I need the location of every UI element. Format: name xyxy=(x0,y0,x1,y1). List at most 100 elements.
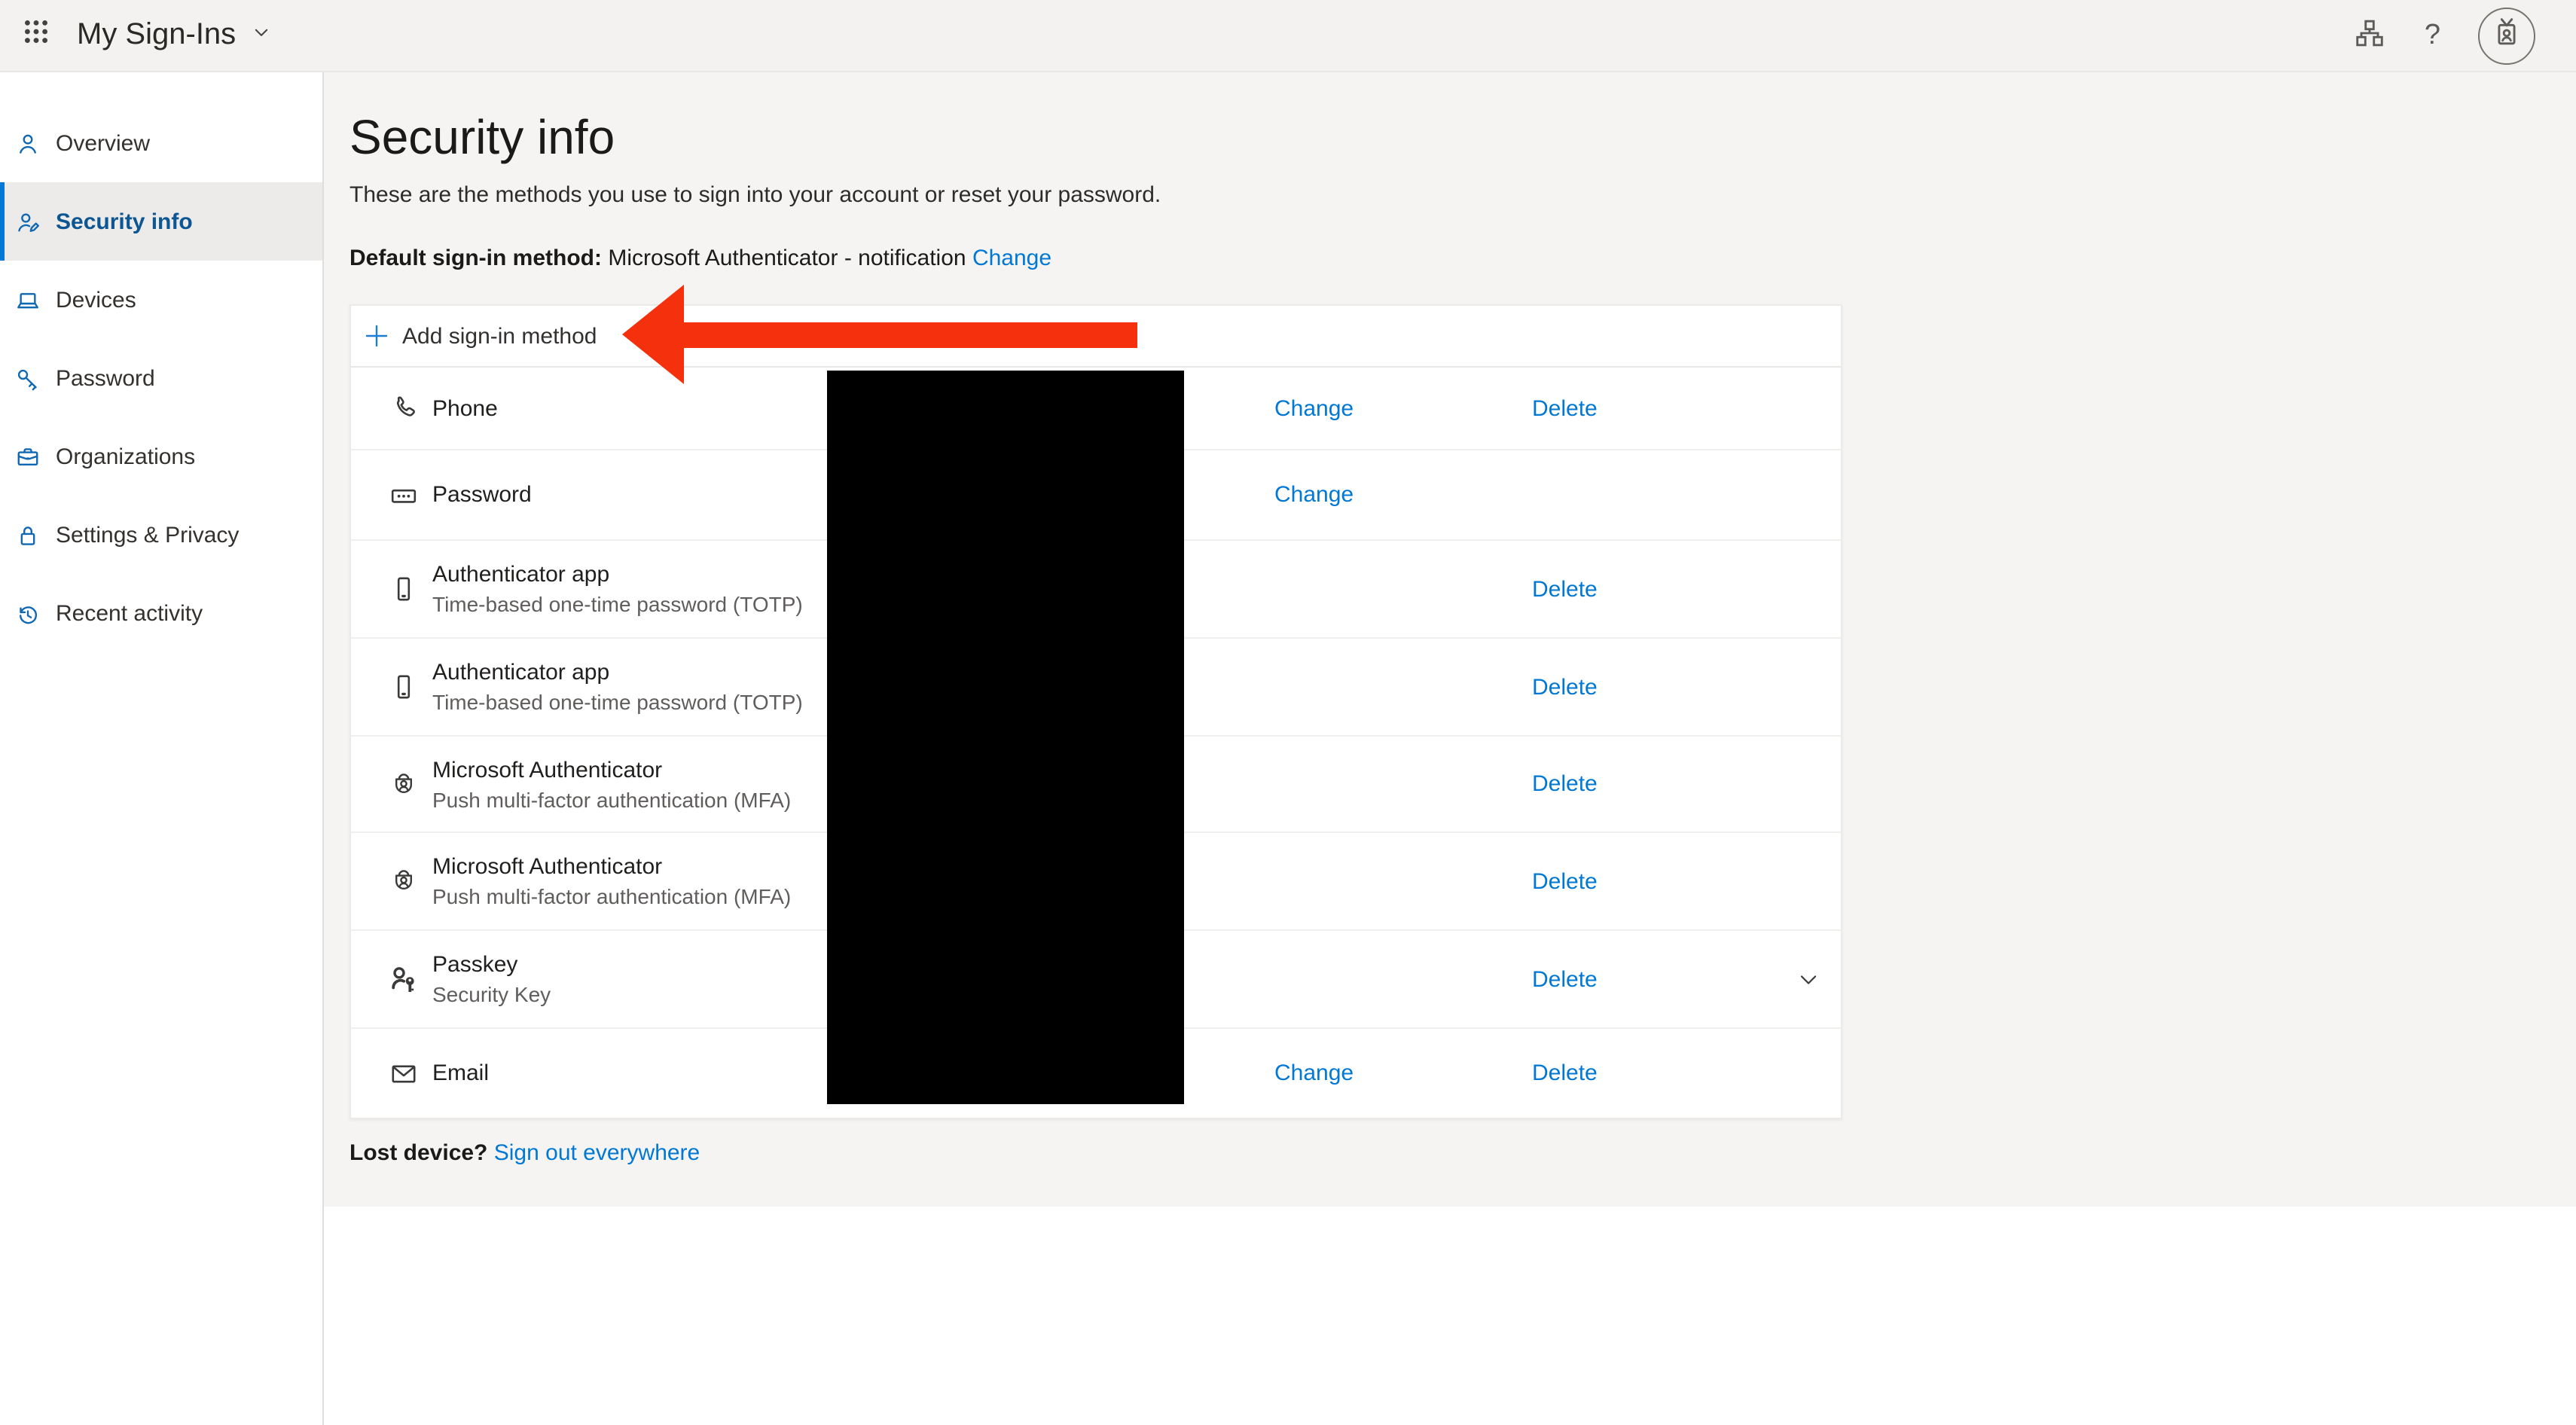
method-text: Phone xyxy=(432,395,498,421)
method-change-cell: Change xyxy=(1274,1060,1532,1086)
history-icon xyxy=(15,600,41,626)
method-text: Authenticator app Time-based one-time pa… xyxy=(432,660,803,714)
delete-link[interactable]: Delete xyxy=(1532,576,1598,602)
method-name: Authenticator app xyxy=(432,660,803,685)
method-text: Microsoft Authenticator Push multi-facto… xyxy=(432,757,791,811)
account-button[interactable] xyxy=(2478,7,2535,64)
key-icon xyxy=(15,365,41,391)
method-name: Microsoft Authenticator xyxy=(432,757,791,783)
app-title-dropdown[interactable]: My Sign-Ins xyxy=(77,18,270,53)
sidebar-item-password[interactable]: Password xyxy=(0,339,322,417)
method-detail: Time-based one-time password (TOTP) xyxy=(432,592,803,616)
method-name: Passkey xyxy=(432,952,551,978)
method-expander-cell xyxy=(1797,968,1841,990)
sidebar-item-recent-activity[interactable]: Recent activity xyxy=(0,574,322,652)
method-detail: Security Key xyxy=(432,982,551,1006)
method-name: Microsoft Authenticator xyxy=(432,854,791,880)
default-method-label: Default sign-in method: xyxy=(349,246,602,271)
org-chart-button[interactable] xyxy=(2354,17,2387,54)
redacted-region xyxy=(827,371,1184,1104)
delete-link[interactable]: Delete xyxy=(1532,1060,1598,1086)
method-delete-cell: Delete xyxy=(1532,771,1797,797)
method-text: Microsoft Authenticator Push multi-facto… xyxy=(432,854,791,908)
method-name: Phone xyxy=(432,395,498,421)
lock-icon xyxy=(15,522,41,548)
delete-link[interactable]: Delete xyxy=(1532,966,1598,992)
method-text: Password xyxy=(432,482,532,508)
delete-link[interactable]: Delete xyxy=(1532,771,1598,797)
my-signins-app: My Sign-Ins xyxy=(0,0,2576,1425)
change-link[interactable]: Change xyxy=(1274,1060,1354,1086)
sidebar-item-label: Organizations xyxy=(56,444,195,469)
sidebar-item-organizations[interactable]: Organizations xyxy=(0,417,322,496)
waffle-icon xyxy=(21,17,51,54)
method-name: Authenticator app xyxy=(432,562,803,587)
sign-out-everywhere-link[interactable]: Sign out everywhere xyxy=(494,1140,700,1166)
email-icon xyxy=(389,1058,419,1088)
laptop-icon xyxy=(15,287,41,313)
method-text: Authenticator app Time-based one-time pa… xyxy=(432,562,803,616)
sidebar: Overview Security info Devices xyxy=(0,72,324,1425)
sidebar-item-label: Password xyxy=(56,365,155,391)
sidebar-item-label: Devices xyxy=(56,287,136,313)
org-chart-icon xyxy=(2354,17,2387,54)
app-launcher-button[interactable] xyxy=(0,0,72,72)
top-bar: My Sign-Ins xyxy=(0,0,2576,72)
method-detail: Time-based one-time password (TOTP) xyxy=(432,690,803,714)
app-shell: Overview Security info Devices xyxy=(0,72,2576,1425)
briefcase-icon xyxy=(15,444,41,469)
default-method-line: Default sign-in method: Microsoft Authen… xyxy=(349,246,2576,271)
method-delete-cell: Delete xyxy=(1532,674,1797,700)
sidebar-item-security-info[interactable]: Security info xyxy=(0,182,322,261)
sidebar-item-devices[interactable]: Devices xyxy=(0,261,322,339)
page-title: Security info xyxy=(349,113,2576,161)
screenshot-stage: My Sign-Ins xyxy=(0,0,2576,1425)
page-subtitle: These are the methods you use to sign in… xyxy=(349,182,2576,208)
add-sign-in-method-label: Add sign-in method xyxy=(402,323,597,349)
method-delete-cell: Delete xyxy=(1532,395,1797,421)
chevron-down-icon xyxy=(251,22,270,49)
lost-device-line: Lost device? Sign out everywhere xyxy=(349,1140,2576,1166)
method-delete-cell: Delete xyxy=(1532,868,1797,894)
password-icon xyxy=(389,480,419,510)
default-method-change-link[interactable]: Change xyxy=(972,246,1051,271)
help-button[interactable]: ? xyxy=(2425,19,2440,52)
ms-authenticator-icon xyxy=(389,866,419,896)
method-text: Passkey Security Key xyxy=(432,952,551,1006)
passkey-icon xyxy=(389,964,419,994)
sidebar-item-label: Settings & Privacy xyxy=(56,522,239,548)
sidebar-item-label: Overview xyxy=(56,130,150,156)
content-inner: Security info These are the methods you … xyxy=(324,72,2576,1166)
question-mark-icon: ? xyxy=(2425,19,2440,52)
method-change-cell: Change xyxy=(1274,395,1532,421)
method-text: Email xyxy=(432,1060,489,1086)
sidebar-item-settings-privacy[interactable]: Settings & Privacy xyxy=(0,496,322,574)
sidebar-item-label: Security info xyxy=(56,209,193,234)
app-title: My Sign-Ins xyxy=(77,18,236,53)
top-bar-right: ? xyxy=(2354,7,2576,64)
id-badge-avatar-icon xyxy=(2489,14,2525,57)
content-area: Security info These are the methods you … xyxy=(324,72,2576,1425)
change-link[interactable]: Change xyxy=(1274,482,1354,508)
method-detail: Push multi-factor authentication (MFA) xyxy=(432,787,791,811)
sidebar-item-label: Recent activity xyxy=(56,600,203,626)
delete-link[interactable]: Delete xyxy=(1532,395,1598,421)
ms-authenticator-icon xyxy=(389,769,419,799)
plus-icon xyxy=(365,324,389,348)
top-bar-left: My Sign-Ins xyxy=(0,0,270,72)
sidebar-item-overview[interactable]: Overview xyxy=(0,104,322,182)
method-detail: Push multi-factor authentication (MFA) xyxy=(432,884,791,908)
person-edit-icon xyxy=(15,209,41,234)
method-name: Email xyxy=(432,1060,489,1086)
lost-device-label: Lost device? xyxy=(349,1140,487,1166)
mobile-phone-icon xyxy=(389,574,419,604)
delete-link[interactable]: Delete xyxy=(1532,674,1598,700)
default-method-value: Microsoft Authenticator - notification xyxy=(608,246,966,271)
chevron-down-icon[interactable] xyxy=(1797,968,1820,990)
method-delete-cell: Delete xyxy=(1532,1060,1797,1086)
method-name: Password xyxy=(432,482,532,508)
phone-icon xyxy=(389,393,419,423)
change-link[interactable]: Change xyxy=(1274,395,1354,421)
delete-link[interactable]: Delete xyxy=(1532,868,1598,894)
method-change-cell: Change xyxy=(1274,482,1532,508)
